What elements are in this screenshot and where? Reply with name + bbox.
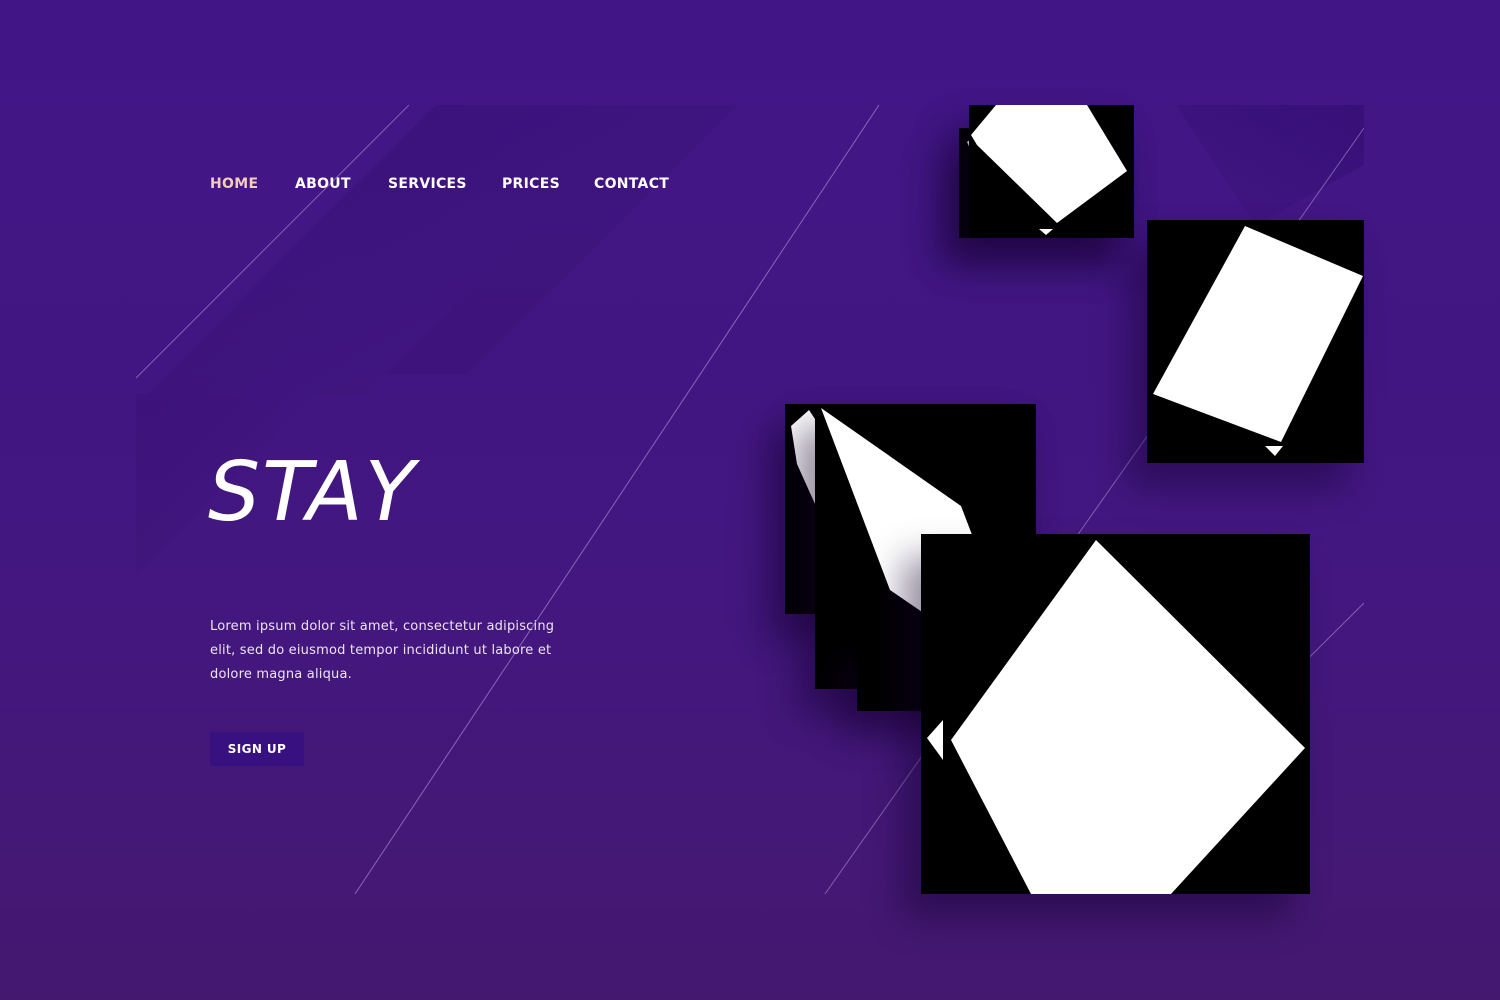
nav-item-home[interactable]: HOME <box>210 176 258 192</box>
hero-description: Lorem ipsum dolor sit amet, consectetur … <box>210 619 555 682</box>
hero-title: STAY <box>208 445 417 540</box>
nav-item-services[interactable]: SERVICES <box>388 176 467 192</box>
image-tile-small <box>969 105 1134 238</box>
nav-item-prices[interactable]: PRICES <box>502 176 560 192</box>
image-tile-large <box>921 534 1310 894</box>
nav-item-contact[interactable]: CONTACT <box>594 176 669 192</box>
sign-up-button[interactable]: SIGN UP <box>210 732 304 766</box>
nav-item-about[interactable]: ABOUT <box>295 176 351 192</box>
image-tile-right <box>1147 220 1364 463</box>
